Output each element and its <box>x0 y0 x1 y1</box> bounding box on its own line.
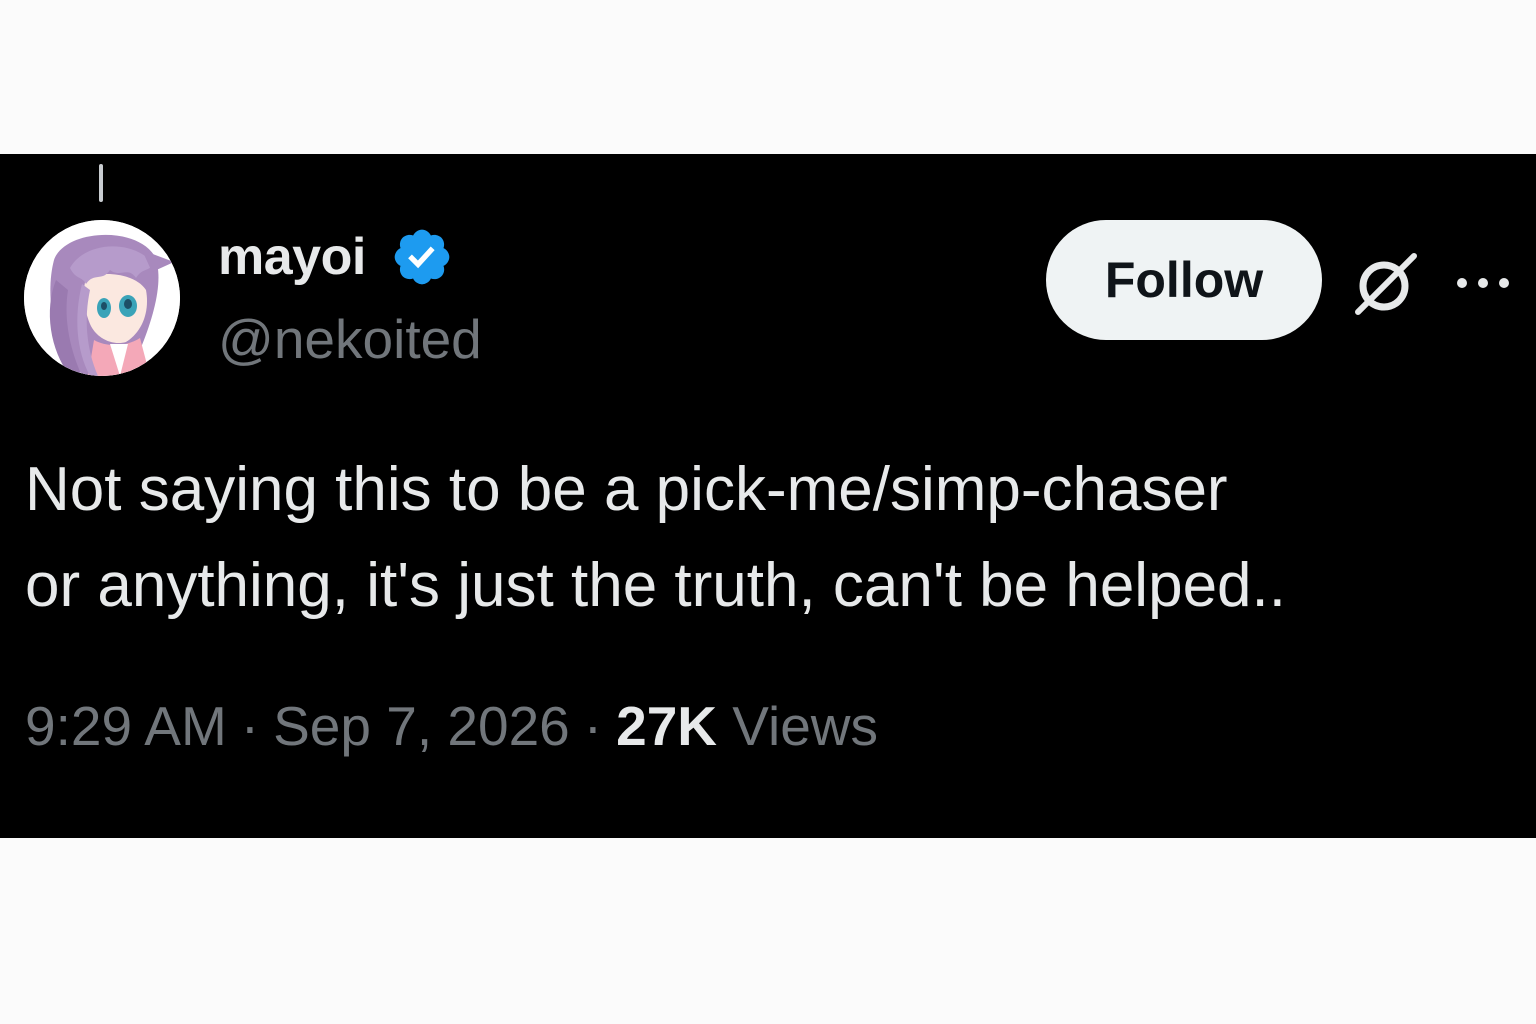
tweet-text-line: or anything, it's just the truth, can't … <box>25 551 1286 620</box>
thread-connector-line <box>99 164 103 202</box>
tweet-date[interactable]: Sep 7, 2026 <box>273 695 570 757</box>
tweet-text-line: Not saying this to be a pick-me/simp-cha… <box>25 455 1228 524</box>
views-count[interactable]: 27K <box>616 695 717 757</box>
separator-dot: · <box>240 695 260 757</box>
more-options-icon[interactable] <box>1454 272 1512 294</box>
author-name-row: mayoi <box>218 226 454 288</box>
tweet-card: mayoi @nekoited Follow Not saying this t… <box>0 154 1536 838</box>
views-label: Views <box>732 695 879 757</box>
separator-dot: · <box>583 695 603 757</box>
avatar[interactable] <box>24 220 180 376</box>
verified-badge-icon[interactable] <box>390 225 454 289</box>
grok-icon[interactable] <box>1350 250 1422 318</box>
author-display-name[interactable]: mayoi <box>218 231 366 283</box>
follow-button[interactable]: Follow <box>1046 220 1322 340</box>
avatar-image <box>24 220 180 376</box>
tweet-metadata: 9:29 AM · Sep 7, 2026 · 27K Views <box>25 694 878 758</box>
tweet-time[interactable]: 9:29 AM <box>25 695 227 757</box>
author-handle[interactable]: @nekoited <box>218 312 482 367</box>
tweet-text: Not saying this to be a pick-me/simp-cha… <box>25 442 1495 634</box>
